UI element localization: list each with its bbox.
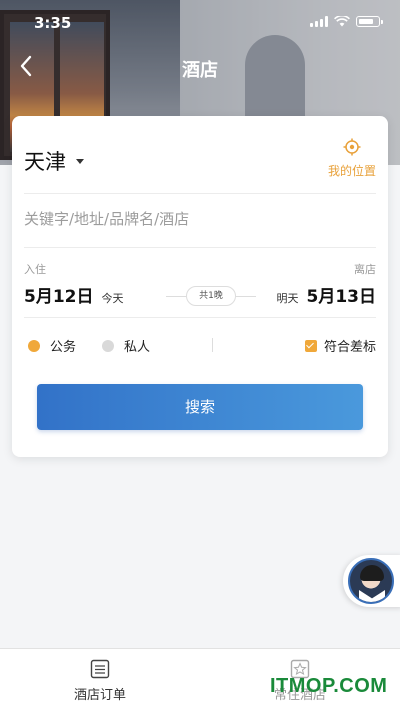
page-title: 酒店 [182, 60, 218, 81]
wifi-icon [334, 16, 350, 27]
status-bar: 3:35 [0, 0, 400, 44]
keyword-row [24, 194, 376, 248]
city-name: 天津 [24, 150, 66, 174]
avatar-icon [348, 558, 394, 604]
policy-checkbox[interactable]: 符合差标 [304, 336, 376, 355]
list-icon [90, 659, 110, 679]
checkout-label: 离店 [354, 263, 376, 276]
radio-selected-icon [28, 339, 40, 352]
keyword-input[interactable] [24, 210, 376, 228]
battery-icon [356, 16, 383, 27]
status-time: 3:35 [34, 14, 72, 32]
caret-down-icon [76, 158, 84, 164]
radio-unselected-icon [102, 339, 114, 352]
watermark: ITMOP.COM [270, 675, 388, 697]
nav-bar: 酒店 [0, 44, 400, 88]
checkin-date-picker[interactable]: 5月12日 今天 [24, 282, 124, 307]
date-row: 入住 离店 5月12日 今天 共1晚 明天 5月13日 [24, 248, 376, 318]
city-row: 天津 我的位置 [24, 116, 376, 194]
hotel-search-card: 天津 我的位置 入住 离店 5月12日 今天 共1晚 明天 5月13日 [12, 116, 388, 457]
my-location-button[interactable]: 我的位置 [328, 138, 376, 179]
policy-label: 符合差标 [323, 340, 376, 355]
signal-icon [310, 16, 328, 27]
tab-label: 酒店订单 [73, 688, 126, 703]
private-label: 私人 [124, 340, 151, 355]
checkout-day: 明天 [276, 292, 299, 305]
location-target-icon [343, 138, 361, 156]
checkin-label: 入住 [24, 263, 46, 276]
checkout-date: 5月13日 [306, 287, 377, 307]
business-label: 公务 [50, 340, 77, 355]
customer-service-avatar[interactable] [343, 555, 400, 607]
trip-type-row: 公务 私人 符合差标 [24, 318, 376, 368]
tab-hotel-orders[interactable]: 酒店订单 [40, 659, 160, 703]
checkout-date-picker[interactable]: 明天 5月13日 [277, 282, 377, 307]
my-location-label: 我的位置 [327, 164, 376, 178]
checkin-day: 今天 [101, 292, 124, 305]
search-button[interactable]: 搜索 [37, 384, 363, 430]
private-radio[interactable]: 私人 [102, 336, 150, 355]
city-selector[interactable]: 天津 [24, 146, 84, 176]
checkbox-checked-icon [304, 339, 317, 352]
nights-badge: 共1晚 [186, 286, 236, 306]
business-radio[interactable]: 公务 [28, 336, 76, 355]
checkin-date: 5月12日 [24, 287, 94, 307]
divider [212, 338, 213, 352]
